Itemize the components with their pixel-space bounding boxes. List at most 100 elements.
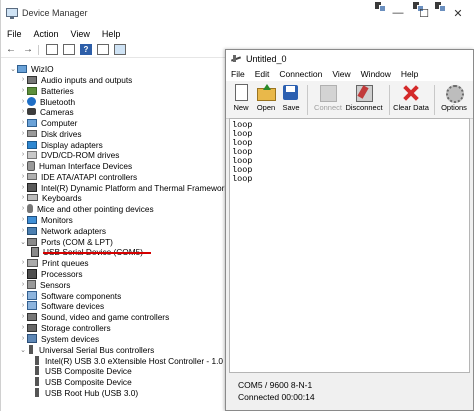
save-button[interactable]: Save [279, 83, 303, 117]
tree-item[interactable]: › Keyboards [19, 192, 82, 203]
connect-button[interactable]: Connect [314, 83, 342, 117]
terminal-window: Untitled_0 File Edit Connection View Win… [225, 49, 474, 411]
tree-item[interactable]: › Mice and other pointing devices [19, 203, 154, 214]
expand-chevron-icon[interactable]: › [19, 184, 27, 191]
expand-chevron-icon[interactable]: › [19, 205, 27, 212]
tree-item[interactable]: › Sensors [19, 279, 71, 290]
tree-item[interactable]: › Network adapters [19, 225, 106, 236]
tree-item-label: Software components [41, 290, 122, 301]
expand-chevron-icon[interactable]: › [19, 216, 27, 223]
camera-icon [27, 108, 36, 115]
tree-root-label: WizIO [31, 63, 54, 74]
tree-item[interactable]: › Cameras [19, 106, 74, 117]
open-button[interactable]: Open [254, 83, 278, 117]
terminal-window-title: Untitled_0 [246, 53, 287, 64]
collapse-chevron-icon[interactable]: ⌄ [9, 65, 17, 73]
options-button[interactable]: Options [439, 83, 469, 117]
expand-chevron-icon[interactable]: › [19, 313, 27, 320]
bluetooth-icon [27, 97, 36, 106]
disk-icon [27, 130, 37, 137]
expand-chevron-icon[interactable]: › [19, 194, 27, 201]
terminal-output[interactable]: loop loop loop loop loop loop loop [229, 118, 470, 373]
save-disk-icon [282, 84, 300, 101]
terminal-menu-file[interactable]: File [226, 69, 250, 79]
properties-icon[interactable] [62, 44, 76, 56]
terminal-menu-edit[interactable]: Edit [250, 69, 275, 79]
expand-chevron-icon[interactable]: › [19, 141, 27, 148]
expand-chevron-icon[interactable]: › [19, 324, 27, 331]
expand-chevron-icon[interactable]: › [19, 270, 27, 277]
expand-chevron-icon[interactable]: › [19, 76, 27, 83]
collapse-chevron-icon[interactable]: ⌄ [19, 238, 27, 246]
expand-chevron-icon[interactable]: › [19, 302, 27, 309]
dm-menu-action[interactable]: Action [28, 29, 65, 39]
expand-chevron-icon[interactable]: › [19, 173, 27, 180]
expand-chevron-icon[interactable]: › [19, 130, 27, 137]
update-driver-icon[interactable] [96, 44, 110, 56]
tree-item[interactable]: › System devices [19, 333, 99, 344]
clear-data-button[interactable]: Clear Data [393, 83, 429, 117]
system-icon [27, 334, 37, 343]
dm-menu-view[interactable]: View [65, 29, 96, 39]
tree-item[interactable]: › Software devices [19, 300, 104, 311]
expand-chevron-icon[interactable]: › [19, 259, 27, 266]
scan-hardware-icon[interactable] [113, 44, 127, 56]
terminal-menu-connection[interactable]: Connection [274, 69, 327, 79]
new-button[interactable]: New [229, 83, 253, 117]
tree-root[interactable]: ⌄ WizIO [9, 63, 54, 74]
new-file-icon [232, 84, 250, 101]
tree-item[interactable]: › Audio inputs and outputs [19, 74, 133, 85]
dm-menu-file[interactable]: File [1, 29, 28, 39]
expand-chevron-icon[interactable]: › [19, 108, 27, 115]
dm-menu-help[interactable]: Help [96, 29, 127, 39]
collapse-chevron-icon[interactable]: ⌄ [19, 346, 27, 354]
tree-item[interactable]: ⌄ Universal Serial Bus controllers [19, 344, 154, 355]
terminal-titlebar[interactable]: Untitled_0 [226, 50, 473, 67]
tree-item-label: Print queues [42, 257, 89, 268]
expand-chevron-icon[interactable]: › [19, 162, 27, 169]
expand-chevron-icon[interactable]: › [19, 335, 27, 342]
dm-close-button[interactable]: ✕ [441, 0, 474, 26]
expand-chevron-icon[interactable]: › [19, 119, 27, 126]
tree-item[interactable]: › IDE ATA/ATAPI controllers [19, 171, 137, 182]
serial-port-icon [31, 246, 39, 257]
expand-chevron-icon[interactable]: › [19, 98, 27, 105]
terminal-menu-window[interactable]: Window [356, 69, 396, 79]
tree-item[interactable]: › DVD/CD-ROM drives [19, 149, 120, 160]
tree-item-label: Bluetooth [40, 96, 76, 107]
disconnect-button[interactable]: Disconnect [345, 83, 383, 117]
expand-chevron-icon[interactable]: › [19, 281, 27, 288]
tree-item-label: Audio inputs and outputs [41, 74, 133, 85]
port-settings-status: COM5 / 9600 8-N-1 [238, 380, 313, 390]
help-icon[interactable]: ? [79, 44, 93, 56]
output-line: loop [232, 174, 253, 184]
software-icon [27, 301, 37, 310]
usb-icon [29, 345, 33, 354]
tree-item[interactable]: › Print queues [19, 257, 89, 268]
tree-item[interactable]: › Batteries [19, 85, 74, 96]
toolbar-divider [389, 85, 390, 115]
dm-titlebar[interactable]: Device Manager — ☐ ✕ [1, 0, 474, 26]
expand-chevron-icon[interactable]: › [19, 87, 27, 94]
tree-item-usb-child[interactable]: USB Composite Device [33, 365, 132, 376]
expand-chevron-icon[interactable]: › [19, 292, 27, 299]
network-icon [27, 226, 37, 235]
forward-arrow-icon[interactable]: → [21, 44, 35, 56]
tree-item[interactable]: › Storage controllers [19, 322, 111, 333]
back-arrow-icon[interactable]: ← [4, 44, 18, 56]
dvd-icon [27, 150, 37, 159]
terminal-menu-help[interactable]: Help [396, 69, 423, 79]
tree-item[interactable]: › Processors [19, 268, 83, 279]
expand-chevron-icon[interactable]: › [19, 227, 27, 234]
tree-item[interactable]: › Monitors [19, 214, 73, 225]
properties-pane-icon[interactable] [45, 44, 59, 56]
tree-item-usb-child[interactable]: USB Root Hub (USB 3.0) [33, 387, 138, 398]
tree-item[interactable]: › Human Interface Devices [19, 160, 132, 171]
red-highlight-underline [43, 252, 151, 254]
tree-item[interactable]: › Computer [19, 117, 78, 128]
tree-item[interactable]: › Disk drives [19, 128, 82, 139]
expand-chevron-icon[interactable]: › [19, 151, 27, 158]
tree-item-usb-child[interactable]: USB Composite Device [33, 376, 132, 387]
tree-item[interactable]: › Sound, video and game controllers [19, 311, 169, 322]
terminal-menu-view[interactable]: View [327, 69, 355, 79]
